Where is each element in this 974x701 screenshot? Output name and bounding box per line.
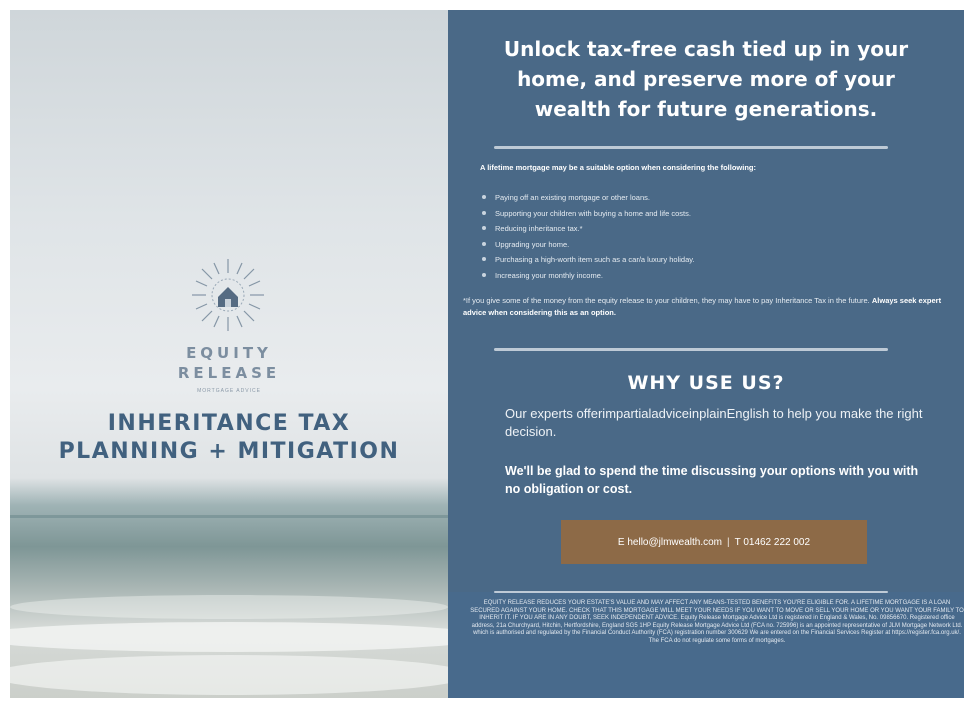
tax-note: *If you give some of the money from the …: [463, 295, 949, 319]
divider: [494, 146, 888, 149]
wave-foam: [10, 595, 448, 619]
bullet-dot-icon: [482, 272, 486, 277]
info-panel: Unlock tax-free cash tied up in your hom…: [448, 10, 964, 698]
bullet-dot-icon: [482, 241, 486, 246]
divider: [494, 348, 888, 351]
hero-image-panel: EQUITY RELEASE MORTGAGE ADVICE INHERITAN…: [10, 10, 448, 698]
list-item: Upgrading your home.: [482, 237, 695, 253]
sea-horizon: [10, 515, 448, 518]
list-item-text: Supporting your children with buying a h…: [495, 208, 691, 218]
contact-phone[interactable]: T 01462 222 002: [735, 537, 810, 548]
title-line: INHERITANCE TAX: [107, 411, 351, 436]
list-item: Reducing inheritance tax.*: [482, 221, 695, 237]
list-item-text: Upgrading your home.: [495, 239, 570, 249]
logo-subtitle: MORTGAGE ADVICE: [197, 388, 261, 394]
bullet-dot-icon: [482, 210, 486, 215]
tax-note-text: *If you give some of the money from the …: [463, 296, 870, 305]
bullet-dot-icon: [482, 195, 486, 199]
page-title: INHERITANCE TAX PLANNING + MITIGATION: [10, 410, 448, 466]
intro-text: A lifetime mortgage may be a suitable op…: [480, 163, 756, 172]
regulatory-disclaimer: EQUITY RELEASE REDUCES YOUR ESTATE'S VAL…: [470, 600, 964, 644]
list-item-text: Paying off an existing mortgage or other…: [495, 193, 650, 202]
why-use-us-bold-text: We'll be glad to spend the time discussi…: [505, 464, 919, 496]
list-item: Paying off an existing mortgage or other…: [482, 190, 695, 206]
benefits-list: Paying off an existing mortgage or other…: [482, 190, 695, 283]
sunburst-house-logo-icon: [192, 259, 264, 331]
contact-button[interactable]: E hello@jlmwealth.com | T 01462 222 002: [561, 520, 867, 564]
contact-separator: |: [727, 536, 730, 548]
title-line: PLANNING + MITIGATION: [58, 439, 400, 464]
list-item-text: Increasing your monthly income.: [495, 270, 603, 280]
why-use-us-heading: WHY USE US?: [627, 372, 785, 394]
why-use-us-text: Our experts offerimpartialadviceinplainE…: [505, 406, 923, 439]
headline: Unlock tax-free cash tied up in your hom…: [503, 37, 909, 121]
list-item-text: Reducing inheritance tax.*: [495, 224, 583, 233]
bullet-dot-icon: [482, 257, 486, 261]
contact-email[interactable]: E hello@jlmwealth.com: [618, 537, 722, 548]
wave-foam: [10, 622, 448, 652]
logo-word-equity: EQUITY: [186, 344, 272, 362]
bullet-dot-icon: [482, 226, 486, 230]
list-item: Purchasing a high-worth item such as a c…: [482, 252, 695, 268]
list-item: Supporting your children with buying a h…: [482, 206, 695, 222]
wave-foam: [10, 655, 448, 695]
logo-word-release: RELEASE: [177, 364, 281, 382]
list-item-text: Purchasing a high-worth item such as a c…: [495, 255, 695, 264]
list-item: Increasing your monthly income.: [482, 268, 695, 284]
divider: [494, 591, 888, 593]
